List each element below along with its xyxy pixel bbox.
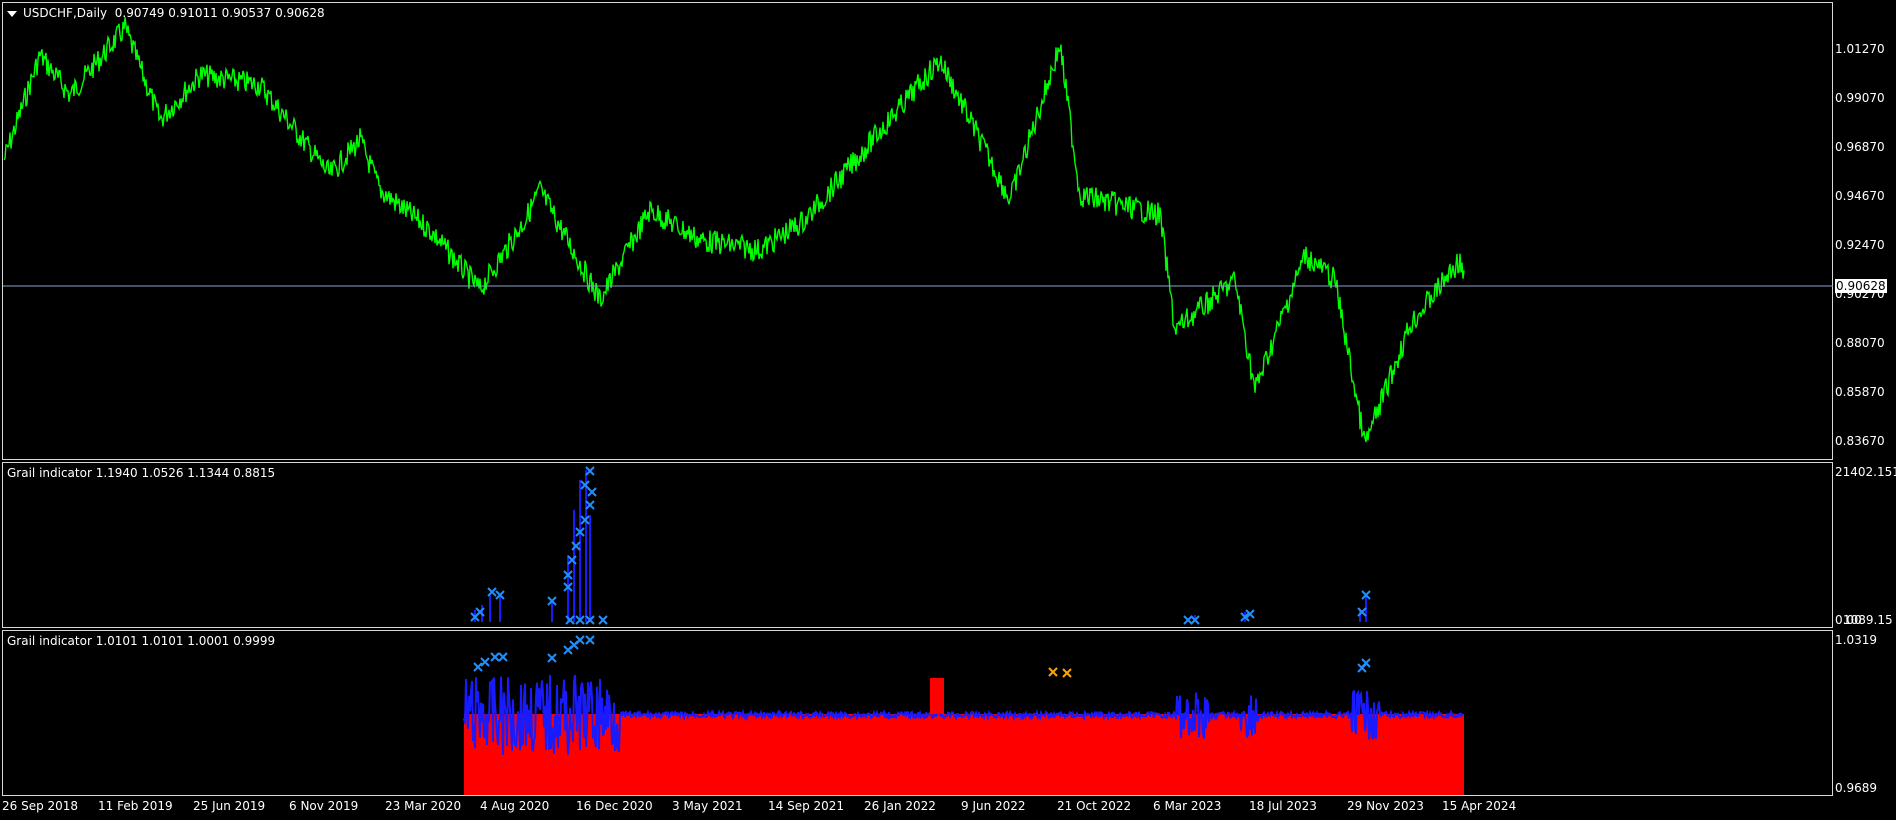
x-tick: 9 Jun 2022 bbox=[961, 799, 1026, 813]
indicator1-cross-marker bbox=[585, 466, 595, 476]
y-tick: 0.85870 bbox=[1835, 385, 1885, 399]
y-tick: 0.99070 bbox=[1835, 91, 1885, 105]
indicator2-orange-marker bbox=[1048, 667, 1058, 677]
x-tick: 23 Mar 2020 bbox=[385, 799, 462, 813]
x-tick: 6 Mar 2023 bbox=[1153, 799, 1222, 813]
indicator2-cross-marker bbox=[547, 653, 557, 663]
indicator1-y-top: 21402.151 bbox=[1835, 465, 1896, 479]
y-tick: 0.94670 bbox=[1835, 189, 1885, 203]
indicator2-cross-marker bbox=[575, 635, 585, 645]
indicator1-y-bottom-overlap: 1089.15 bbox=[1843, 613, 1893, 627]
y-tick: 0.83670 bbox=[1835, 434, 1885, 448]
indicator2-cross-marker bbox=[498, 652, 508, 662]
x-tick: 26 Jan 2022 bbox=[864, 799, 936, 813]
indicator2-cross-marker bbox=[490, 652, 500, 662]
y-tick: 0.88070 bbox=[1835, 336, 1885, 350]
x-tick: 3 May 2021 bbox=[672, 799, 743, 813]
price-line bbox=[3, 17, 1465, 443]
indicator1-cross-marker bbox=[585, 500, 595, 510]
indicator2-cross-marker bbox=[473, 662, 483, 672]
x-tick: 29 Nov 2023 bbox=[1347, 799, 1424, 813]
y-tick: 0.92470 bbox=[1835, 238, 1885, 252]
indicator2-cross-marker bbox=[1361, 658, 1371, 668]
x-tick: 16 Dec 2020 bbox=[576, 799, 653, 813]
indicator2-y-top: 1.0319 bbox=[1835, 633, 1877, 647]
current-price-tag: 0.90628 bbox=[1835, 279, 1887, 293]
x-tick: 11 Feb 2019 bbox=[98, 799, 173, 813]
indicator2-cross-marker bbox=[480, 657, 490, 667]
x-tick: 4 Aug 2020 bbox=[480, 799, 550, 813]
indicator2-orange-marker bbox=[1062, 668, 1072, 678]
x-tick: 25 Jun 2019 bbox=[193, 799, 266, 813]
x-tick: 6 Nov 2019 bbox=[289, 799, 359, 813]
y-tick: 1.01270 bbox=[1835, 42, 1885, 56]
indicator1-cross-marker bbox=[587, 487, 597, 497]
x-tick: 18 Jul 2023 bbox=[1249, 799, 1317, 813]
indicator1-cross-marker bbox=[598, 615, 608, 625]
indicator1-cross-marker bbox=[487, 587, 497, 597]
indicator2-y-bottom: 0.9689 bbox=[1835, 781, 1877, 795]
x-tick: 21 Oct 2022 bbox=[1057, 799, 1132, 813]
x-tick: 26 Sep 2018 bbox=[2, 799, 79, 813]
indicator2-cross-marker bbox=[585, 635, 595, 645]
y-tick: 0.96870 bbox=[1835, 140, 1885, 154]
chart-drawing bbox=[3, 17, 1833, 795]
x-tick: 14 Sep 2021 bbox=[768, 799, 845, 813]
indicator2-red-spike bbox=[930, 678, 944, 714]
x-tick: 15 Apr 2024 bbox=[1442, 799, 1517, 813]
